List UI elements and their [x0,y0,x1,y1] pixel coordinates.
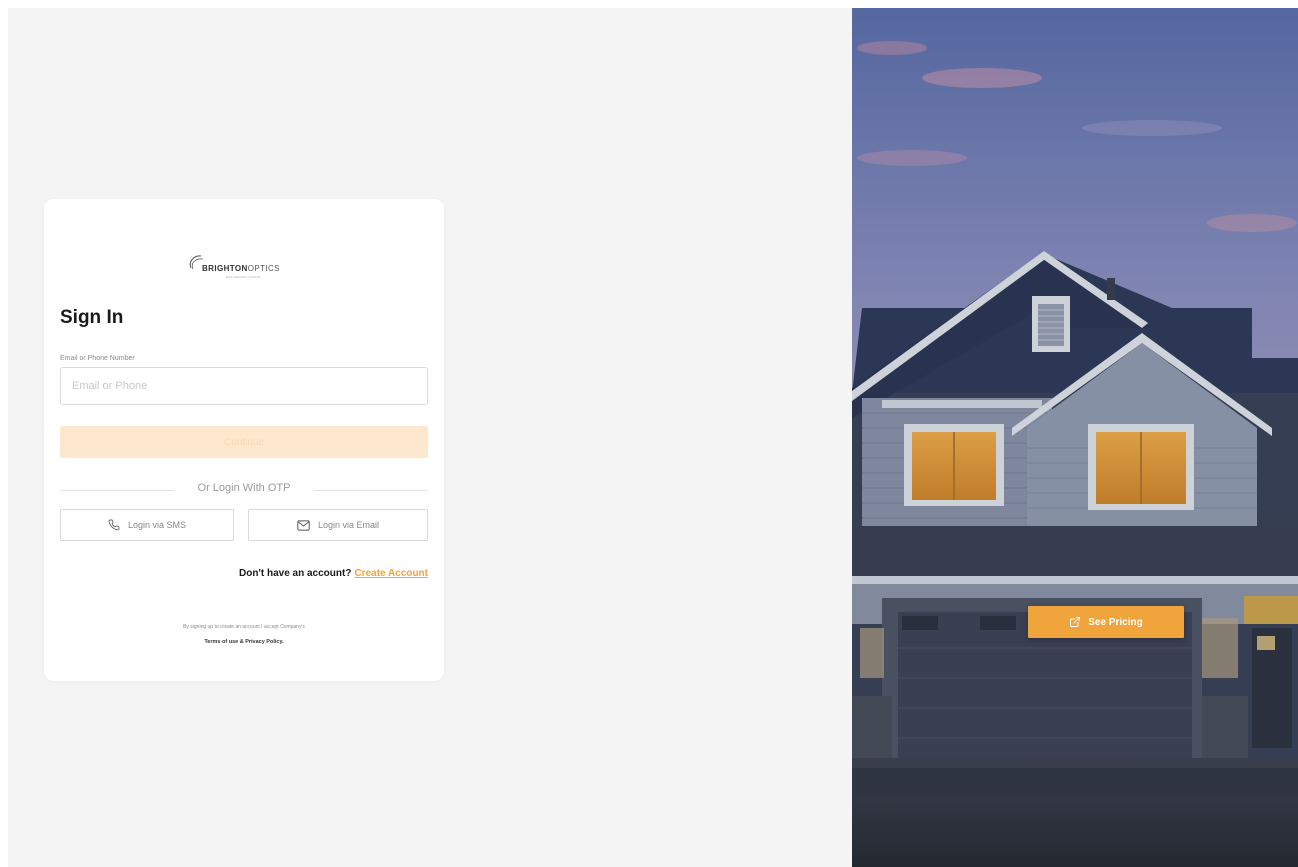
external-link-icon [1070,617,1081,627]
brand-logo: BRIGHTONOPTICS DELIVERING VISION [186,252,304,284]
create-account-link[interactable]: Create Account [354,568,428,579]
continue-button[interactable]: Continue [60,426,428,458]
see-pricing-button[interactable]: See Pricing [1028,606,1184,638]
see-pricing-label: See Pricing [1088,616,1143,628]
brand-name-thin: OPTICS [247,264,280,273]
brand-name-bold: BRIGHTON [202,264,248,273]
login-sms-label: Login via SMS [127,520,187,530]
hero-image-pane: See Pricing [852,8,1298,867]
phone-icon [108,519,120,531]
email-field[interactable] [60,367,428,405]
house-hero-image [852,8,1298,867]
login-email-button[interactable]: Login via Email [248,509,428,541]
page-title: Sign In [60,307,124,328]
no-account-text: Don't have an account? [239,568,352,579]
login-sms-button[interactable]: Login via SMS [60,509,234,541]
email-field-label: Email or Phone Number [60,355,135,362]
otp-divider: Or Login With OTP [44,482,444,494]
mail-icon [297,519,310,531]
otp-divider-label: Or Login With OTP [185,482,303,494]
terms-privacy-link[interactable]: Terms of use & Privacy Policy. [44,639,444,645]
signup-prompt: Don't have an account? Create Account [239,568,428,579]
brand-tagline: DELIVERING VISION [226,275,261,279]
brand-name: BRIGHTONOPTICS [202,264,280,273]
login-email-label: Login via Email [317,520,380,530]
legal-text: By signing up to create an account I acc… [183,624,305,630]
login-pane: BRIGHTONOPTICS DELIVERING VISION Sign In… [8,8,852,867]
signin-card: BRIGHTONOPTICS DELIVERING VISION Sign In… [44,199,444,681]
